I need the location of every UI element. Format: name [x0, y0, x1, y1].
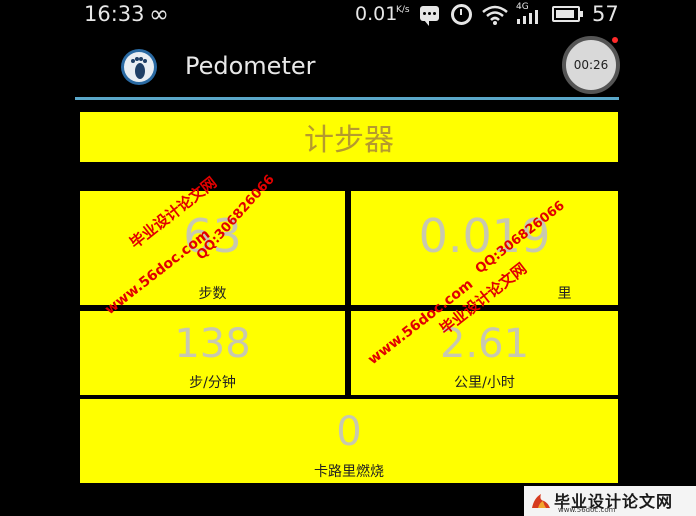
- pace-label: 步/分钟: [189, 375, 236, 391]
- message-icon: [420, 6, 439, 26]
- screen-record-button[interactable]: 00:26: [562, 36, 620, 94]
- pace-value: 138: [174, 321, 251, 367]
- speed-label: 公里/小时: [454, 375, 515, 391]
- battery-icon: [552, 6, 583, 22]
- alarm-icon: [451, 4, 472, 25]
- page-title: 计步器: [304, 123, 394, 158]
- app-title: Pedometer: [185, 52, 316, 80]
- title-panel: 计步器: [80, 112, 618, 162]
- calories-label: 卡路里燃烧: [314, 464, 384, 480]
- wifi-icon: [482, 5, 508, 25]
- net-speed: 0.01: [355, 3, 398, 25]
- record-timer: 00:26: [573, 58, 609, 72]
- infinity-icon: ∞: [149, 0, 169, 28]
- net-speed-unit: K/s: [396, 5, 410, 15]
- record-indicator-icon: [612, 37, 618, 43]
- footprint-app-icon[interactable]: [120, 48, 158, 86]
- status-time: 16:33: [84, 2, 145, 26]
- battery-level: 57: [592, 2, 619, 26]
- flame-logo-icon: [532, 494, 550, 508]
- action-bar-divider: [75, 97, 619, 100]
- calories-panel: 0 卡路里燃烧: [80, 399, 618, 483]
- footer-site-url: www.56doc.com: [558, 506, 616, 514]
- signal-icon: [517, 10, 538, 24]
- footer-watermark: 毕业设计论文网 www.56doc.com: [524, 486, 696, 516]
- pace-panel: 138 步/分钟: [80, 311, 345, 395]
- calories-value: 0: [336, 409, 362, 455]
